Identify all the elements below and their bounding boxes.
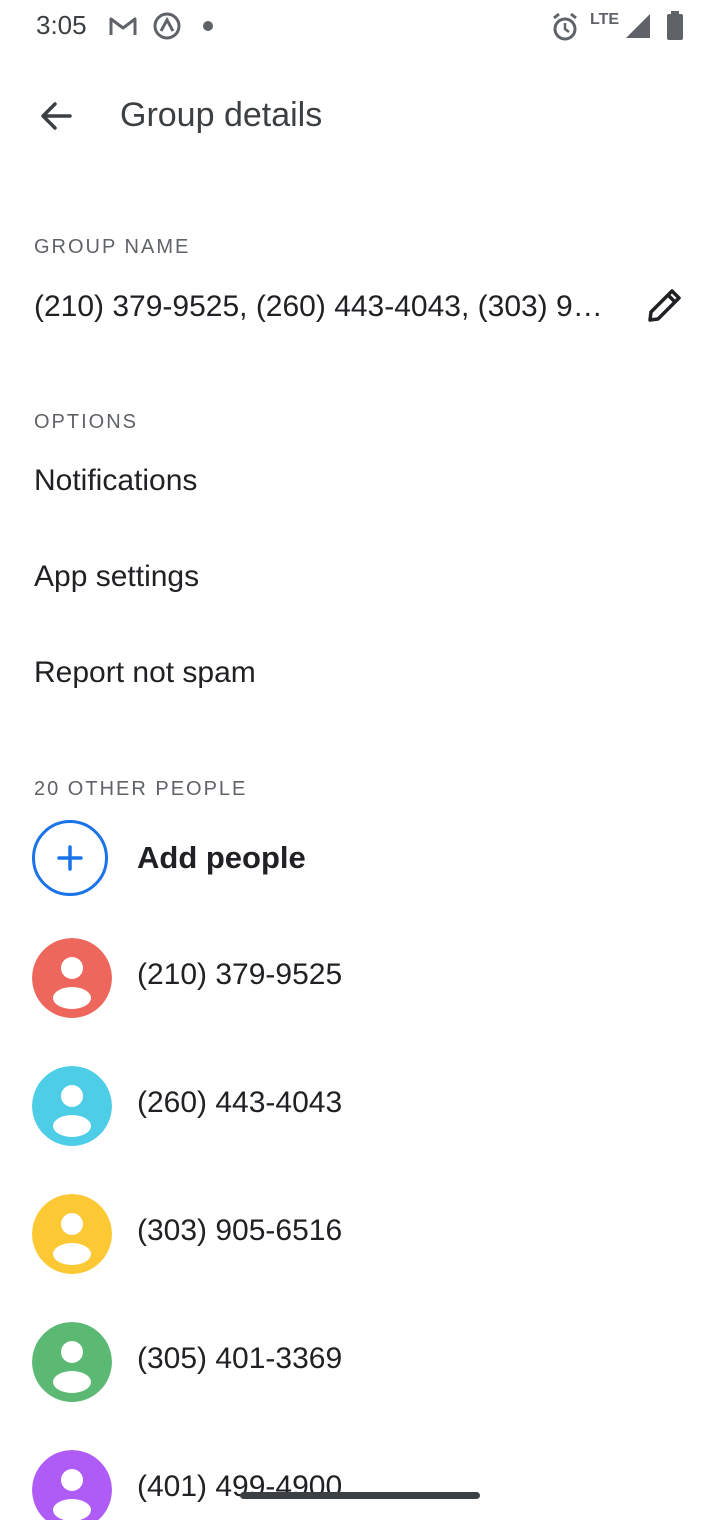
options-section-label: OPTIONS — [34, 411, 139, 433]
option-label: Notifications — [34, 464, 198, 497]
participant-row[interactable]: (210) 379-9525 — [0, 914, 720, 1042]
group-name-section-label: GROUP NAME — [34, 236, 191, 258]
participant-number: (303) 905-6516 — [137, 1214, 343, 1247]
arrow-back-icon — [38, 98, 74, 139]
participant-row[interactable]: (260) 443-4043 — [0, 1042, 720, 1170]
add-icon — [32, 820, 108, 896]
assistant-icon — [152, 11, 182, 46]
edit-group-name-button[interactable] — [636, 280, 692, 336]
participant-number: (210) 379-9525 — [137, 958, 343, 991]
add-people-button[interactable]: Add people — [0, 800, 720, 918]
avatar — [32, 1322, 112, 1402]
participant-row[interactable]: (401) 499-4900 — [0, 1426, 720, 1520]
option-report-not-spam[interactable]: Report not spam — [0, 628, 720, 724]
group-name-text: (210) 379-9525, (260) 443-4043, (303) 90… — [34, 290, 614, 323]
pencil-icon — [644, 286, 684, 331]
avatar — [32, 1194, 112, 1274]
gmail-icon — [108, 14, 138, 43]
app-bar: Group details — [0, 70, 720, 166]
avatar — [32, 938, 112, 1018]
participant-number: (260) 443-4043 — [137, 1086, 343, 1119]
status-time: 3:05 — [36, 10, 87, 40]
back-button[interactable] — [24, 90, 88, 146]
signal-icon — [624, 12, 652, 45]
network-type: LTE — [590, 11, 620, 28]
people-section-label: 20 OTHER PEOPLE — [34, 778, 248, 800]
battery-icon — [666, 11, 684, 46]
participant-row[interactable]: (305) 401-3369 — [0, 1298, 720, 1426]
page-title: Group details — [120, 96, 323, 134]
participant-number: (305) 401-3369 — [137, 1342, 343, 1375]
option-label: App settings — [34, 560, 200, 593]
option-label: Report not spam — [34, 656, 256, 689]
dot-icon — [202, 19, 214, 37]
add-people-label: Add people — [137, 840, 306, 875]
alarm-icon — [551, 12, 579, 47]
participant-row[interactable]: (303) 905-6516 — [0, 1170, 720, 1298]
avatar — [32, 1066, 112, 1146]
home-gesture-bar[interactable] — [240, 1492, 480, 1499]
option-app-settings[interactable]: App settings — [0, 532, 720, 628]
avatar — [32, 1450, 112, 1520]
option-notifications[interactable]: Notifications — [0, 436, 720, 532]
status-bar: 3:05 LTE — [0, 0, 720, 54]
